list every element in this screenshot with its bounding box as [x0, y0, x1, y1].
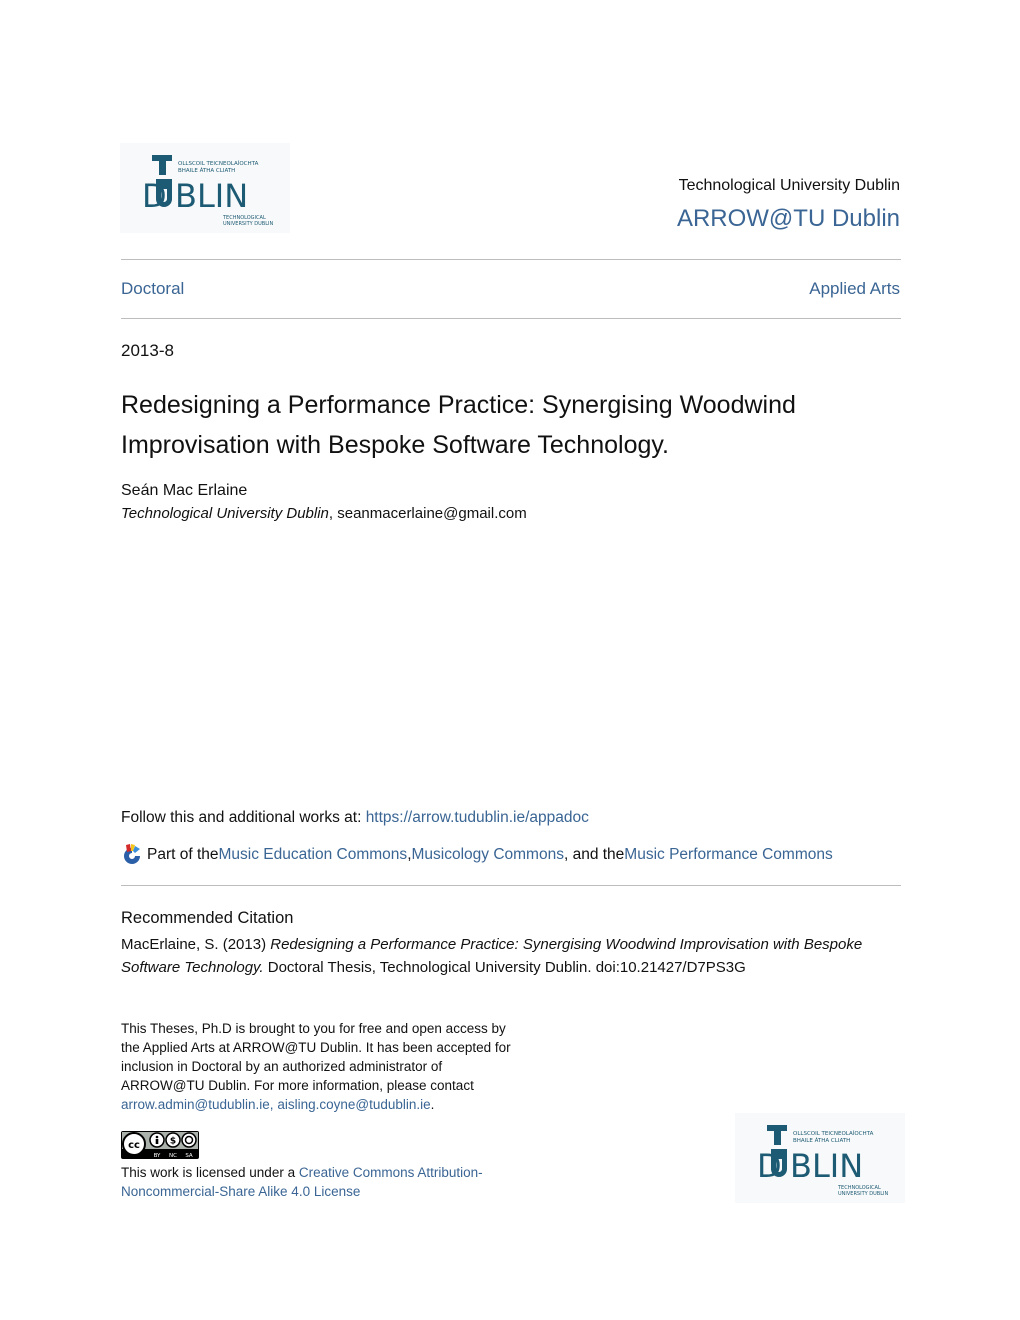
music-education-commons-link[interactable]: Music Education Commons	[219, 846, 408, 864]
footer-logo-english-line2: UNIVERSITY DUBLIN	[838, 1191, 888, 1197]
citation-body: MacErlaine, S. (2013) Redesigning a Perf…	[121, 933, 901, 979]
license-prefix: This work is licensed under a	[121, 1165, 299, 1180]
part-of-line: Part of the Music Education Commons, Mus…	[121, 844, 833, 866]
license-statement: This work is licensed under a Creative C…	[121, 1163, 511, 1201]
citation-suffix: Doctoral Thesis, Technological Universit…	[263, 959, 746, 976]
admin-email-link[interactable]: arrow.admin@tudublin.ie,	[121, 1097, 274, 1112]
department-link[interactable]: Applied Arts	[809, 279, 900, 299]
bepress-commons-icon	[121, 844, 143, 866]
cc-by-label: BY	[154, 1153, 161, 1159]
logo-english-line2: UNIVERSITY DUBLIN	[223, 221, 273, 227]
tu-dublin-logo-footer: D BLIN OLLSCOIL TEICNEOLAÍOCHTA BHAILE Á…	[735, 1113, 905, 1203]
and-the-separator: , and the	[563, 846, 625, 863]
svg-text:BLIN: BLIN	[790, 1147, 863, 1185]
citation-prefix: MacErlaine, S. (2013)	[121, 936, 271, 953]
svg-text:$: $	[170, 1137, 176, 1147]
tu-dublin-logo-footer-graphic: D BLIN OLLSCOIL TEICNEOLAÍOCHTA BHAILE Á…	[735, 1113, 905, 1203]
svg-text:cc: cc	[128, 1140, 140, 1151]
follow-line: Follow this and additional works at: htt…	[121, 809, 589, 827]
footer-logo-irish-line2: BHAILE ÁTHA CLIATH	[793, 1137, 850, 1144]
author-affiliation: Technological University Dublin, seanmac…	[121, 505, 527, 522]
citation-heading: Recommended Citation	[121, 909, 294, 927]
series-link[interactable]: Doctoral	[121, 279, 184, 299]
contact-email-link[interactable]: aisling.coyne@tudublin.ie	[277, 1097, 430, 1112]
svg-text:BLIN: BLIN	[175, 177, 248, 215]
repository-link[interactable]: ARROW@TU Dublin	[677, 205, 900, 233]
logo-irish-line1: OLLSCOIL TEICNEOLAÍOCHTA	[178, 160, 259, 167]
document-title: Redesigning a Performance Practice: Syne…	[121, 391, 796, 459]
follow-url-link[interactable]: https://arrow.tudublin.ie/appadoc	[366, 809, 589, 826]
divider-nav	[121, 318, 901, 319]
cc-nc-label: NC	[169, 1153, 177, 1159]
logo-irish-line2: BHAILE ÁTHA CLIATH	[178, 167, 235, 174]
institution-name: Technological University Dublin	[678, 177, 900, 194]
cc-license-badge[interactable]: cc $ BY NC SA	[121, 1131, 199, 1159]
footer-logo-irish-line1: OLLSCOIL TEICNEOLAÍOCHTA	[793, 1130, 874, 1137]
divider-top	[121, 259, 901, 260]
publication-date: 2013-8	[121, 341, 174, 360]
musicology-commons-link[interactable]: Musicology Commons	[412, 846, 564, 864]
separator: ,	[328, 505, 338, 522]
affiliation-name: Technological University Dublin	[121, 505, 329, 522]
author-email: seanmacerlaine@gmail.com	[337, 505, 527, 522]
follow-prefix: Follow this and additional works at:	[121, 809, 366, 826]
tu-dublin-logo: D BLIN OLLSCOIL TEICNEOLAÍOCHTA BHAILE Á…	[120, 143, 290, 233]
author-name: Seán Mac Erlaine	[121, 482, 248, 499]
divider-citation	[121, 885, 901, 886]
notice-text: This Theses, Ph.D is brought to you for …	[121, 1021, 511, 1093]
tu-dublin-logo-graphic: D BLIN OLLSCOIL TEICNEOLAÍOCHTA BHAILE Á…	[120, 143, 290, 233]
part-of-prefix: Part of the	[147, 846, 219, 863]
period: .	[430, 1097, 435, 1112]
access-notice: This Theses, Ph.D is brought to you for …	[121, 1019, 511, 1114]
cc-sa-label: SA	[185, 1153, 193, 1159]
music-performance-commons-link[interactable]: Music Performance Commons	[624, 846, 832, 864]
